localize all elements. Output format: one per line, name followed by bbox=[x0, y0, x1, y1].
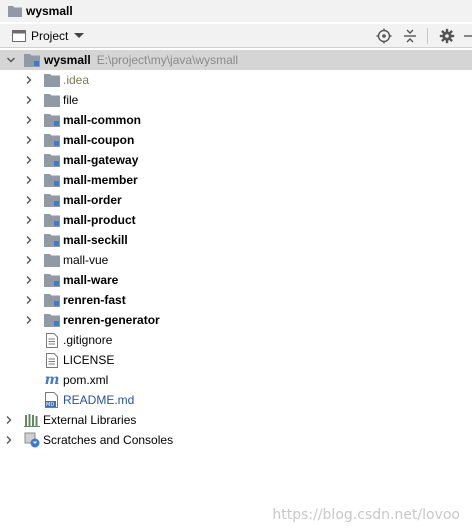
settings-button[interactable] bbox=[436, 25, 458, 47]
tree-root-row[interactable]: wysmall E:\project\my\java\wysmall bbox=[0, 50, 472, 70]
chevron-down-icon bbox=[74, 33, 85, 38]
tree-item-label: mall-order bbox=[63, 193, 122, 207]
collapse-icon bbox=[404, 29, 416, 43]
folder-icon bbox=[8, 6, 22, 17]
scratches-icon bbox=[24, 432, 40, 448]
chevron-down-icon[interactable] bbox=[6, 55, 16, 65]
tree-root-path: E:\project\my\java\wysmall bbox=[96, 53, 239, 67]
tree-item-label: .idea bbox=[63, 73, 90, 87]
chevron-right-icon[interactable] bbox=[24, 135, 34, 145]
module-folder-icon bbox=[24, 52, 40, 68]
chevron-right-icon[interactable] bbox=[24, 115, 34, 125]
tree-item-license[interactable]: LICENSE bbox=[0, 350, 472, 370]
tree-item-label: mall-common bbox=[63, 113, 142, 127]
maven-icon: m bbox=[44, 372, 60, 388]
chevron-right-icon[interactable] bbox=[24, 295, 34, 305]
project-view-label: Project bbox=[31, 28, 69, 43]
chevron-right-icon[interactable] bbox=[24, 75, 34, 85]
text-file-icon bbox=[44, 332, 60, 348]
window-title-bar: wysmall bbox=[0, 0, 472, 22]
chevron-right-icon[interactable] bbox=[4, 435, 14, 445]
chevron-right-icon[interactable] bbox=[24, 95, 34, 105]
project-toolbar: Project bbox=[0, 24, 472, 48]
tree-item-mall-order[interactable]: mall-order bbox=[0, 190, 472, 210]
tree-item-mall-vue[interactable]: mall-vue bbox=[0, 250, 472, 270]
tree-item-label: pom.xml bbox=[63, 373, 109, 387]
watermark: https://blog.csdn.net/lovoo bbox=[272, 507, 460, 523]
tree-item-label: file bbox=[63, 93, 79, 107]
tree-item-label: .gitignore bbox=[63, 333, 113, 347]
chevron-right-icon[interactable] bbox=[24, 215, 34, 225]
module-folder-icon bbox=[44, 132, 60, 148]
chevron-right-icon[interactable] bbox=[24, 275, 34, 285]
tree-item-external-libraries[interactable]: External Libraries bbox=[0, 410, 472, 430]
chevron-right-icon[interactable] bbox=[24, 175, 34, 185]
tree-item-mall-product[interactable]: mall-product bbox=[0, 210, 472, 230]
chevron-right-icon[interactable] bbox=[24, 235, 34, 245]
svg-text:MD: MD bbox=[46, 402, 54, 408]
module-folder-icon bbox=[44, 212, 60, 228]
module-folder-icon bbox=[44, 272, 60, 288]
minimize-icon bbox=[464, 35, 472, 37]
module-folder-icon bbox=[44, 292, 60, 308]
folder-icon bbox=[44, 252, 60, 268]
tree-item-label: mall-vue bbox=[63, 253, 109, 267]
module-folder-icon bbox=[44, 112, 60, 128]
tree-item-mall-coupon[interactable]: mall-coupon bbox=[0, 130, 472, 150]
text-file-icon bbox=[44, 352, 60, 368]
tree-item-label: README.md bbox=[63, 393, 135, 407]
chevron-right-icon[interactable] bbox=[24, 315, 34, 325]
chevron-right-icon[interactable] bbox=[24, 195, 34, 205]
chevron-right-icon[interactable] bbox=[24, 155, 34, 165]
tree-item-renren-generator[interactable]: renren-generator bbox=[0, 310, 472, 330]
tree-item-label: renren-fast bbox=[63, 293, 126, 307]
settings-icon bbox=[439, 28, 455, 44]
tree-item-label: mall-ware bbox=[63, 273, 119, 287]
tree-item-label: LICENSE bbox=[63, 353, 115, 367]
tree-item-pom-xml[interactable]: m pom.xml bbox=[0, 370, 472, 390]
locate-icon bbox=[376, 28, 392, 44]
tree-item-mall-ware[interactable]: mall-ware bbox=[0, 270, 472, 290]
locate-button[interactable] bbox=[373, 25, 395, 47]
tree-item-label: mall-product bbox=[63, 213, 136, 227]
module-folder-icon bbox=[44, 152, 60, 168]
toolbar-separator bbox=[427, 28, 428, 44]
collapse-all-button[interactable] bbox=[399, 25, 421, 47]
tree-item-mall-member[interactable]: mall-member bbox=[0, 170, 472, 190]
tree-item-readme[interactable]: MD README.md bbox=[0, 390, 472, 410]
folder-icon bbox=[44, 72, 60, 88]
project-view-selector[interactable]: Project bbox=[4, 25, 90, 47]
chevron-right-icon[interactable] bbox=[4, 415, 14, 425]
libraries-icon bbox=[24, 412, 40, 428]
tree-item-gitignore[interactable]: .gitignore bbox=[0, 330, 472, 350]
tree-item-file[interactable]: file bbox=[0, 90, 472, 110]
tree-item-scratches[interactable]: Scratches and Consoles bbox=[0, 430, 472, 450]
module-folder-icon bbox=[44, 312, 60, 328]
folder-icon bbox=[44, 92, 60, 108]
tree-item-label: mall-member bbox=[63, 173, 138, 187]
tree-item-label: mall-seckill bbox=[63, 233, 128, 247]
module-folder-icon bbox=[44, 172, 60, 188]
tree-item-label: mall-gateway bbox=[63, 153, 139, 167]
tree-item-label: renren-generator bbox=[63, 313, 160, 327]
project-view-icon bbox=[12, 29, 26, 42]
tree-item-renren-fast[interactable]: renren-fast bbox=[0, 290, 472, 310]
tree-item-label: mall-coupon bbox=[63, 133, 135, 147]
tree-item-label: External Libraries bbox=[43, 413, 137, 427]
tree-root-label: wysmall bbox=[44, 53, 91, 67]
tree-item-mall-common[interactable]: mall-common bbox=[0, 110, 472, 130]
tree-item-mall-seckill[interactable]: mall-seckill bbox=[0, 230, 472, 250]
module-folder-icon bbox=[44, 192, 60, 208]
tree-item-idea[interactable]: .idea bbox=[0, 70, 472, 90]
tree-item-mall-gateway[interactable]: mall-gateway bbox=[0, 150, 472, 170]
chevron-right-icon[interactable] bbox=[24, 255, 34, 265]
tree-item-label: Scratches and Consoles bbox=[43, 433, 174, 447]
hide-panel-button[interactable] bbox=[462, 25, 472, 47]
module-folder-icon bbox=[44, 232, 60, 248]
window-title: wysmall bbox=[26, 4, 73, 18]
markdown-file-icon: MD bbox=[44, 392, 60, 408]
